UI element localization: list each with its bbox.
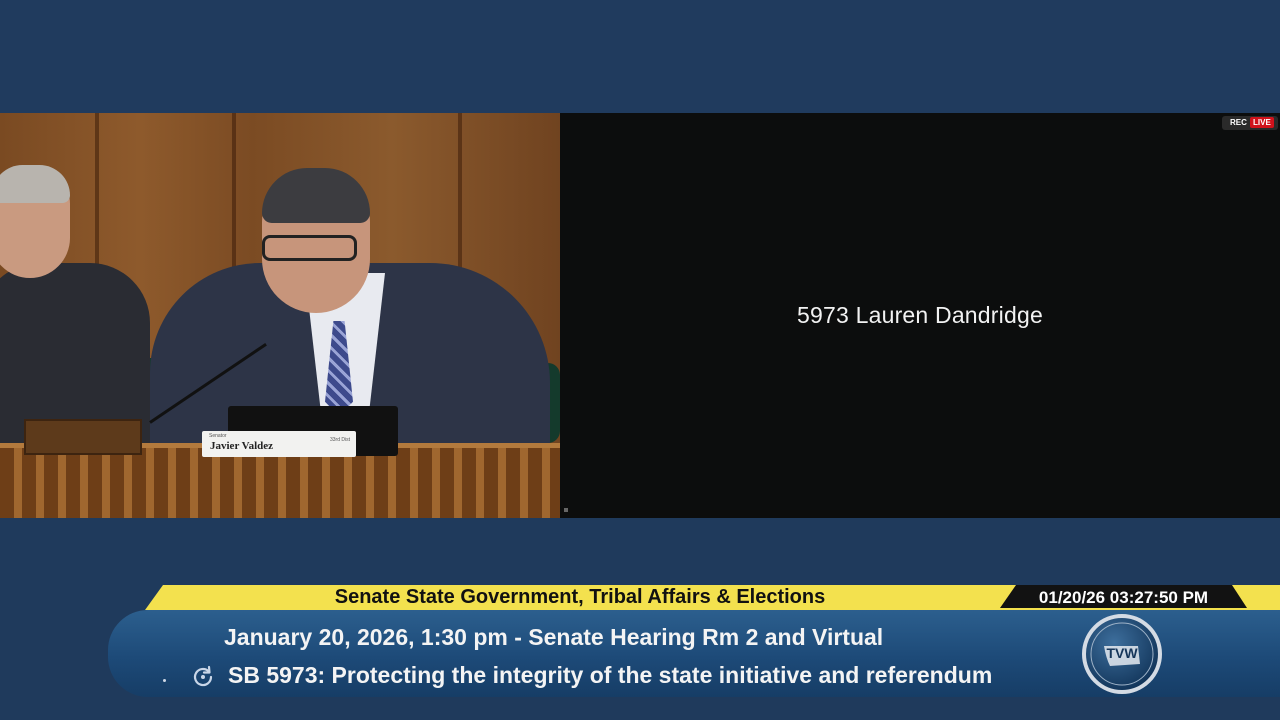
timestamp: 01/20/26 03:27:50 PM: [1038, 588, 1209, 607]
glasses: [262, 235, 357, 261]
logo-text: TVW: [1106, 645, 1138, 661]
senator-speaking-hair: [262, 168, 370, 223]
bullet-dot: [163, 679, 166, 682]
bill-info: SB 5973: Protecting the integrity of the…: [228, 662, 993, 688]
rec-live-indicator: REC LIVE: [1222, 116, 1278, 130]
committee-bar-tip: [1245, 604, 1280, 610]
refresh-icon: [193, 665, 213, 687]
nameplate-name: Javier Valdez: [210, 440, 274, 452]
session-info: January 20, 2026, 1:30 pm - Senate Heari…: [224, 624, 884, 650]
senator-left-hair: [0, 165, 70, 203]
live-badge: LIVE: [1250, 117, 1274, 128]
rec-label: REC: [1230, 118, 1247, 127]
top-letterbox: [0, 0, 1280, 113]
nameplate: Senator Javier Valdez 33rd Dist: [202, 431, 356, 457]
committee-title: Senate State Government, Tribal Affairs …: [334, 586, 826, 608]
nameplate-title: Senator: [209, 433, 227, 439]
slate-text: 5973 Lauren Dandridge: [797, 302, 1043, 328]
tvw-logo-icon: TVW: [1082, 614, 1162, 694]
feed-marker: [564, 508, 568, 512]
dais-front: [0, 448, 560, 518]
slate-panel: 5973 Lauren Dandridge: [560, 113, 1280, 518]
wooden-box: [24, 419, 142, 455]
camera-feed: Senator Javier Valdez 33rd Dist: [0, 113, 560, 518]
nameplate-district: 33rd Dist: [330, 437, 351, 443]
